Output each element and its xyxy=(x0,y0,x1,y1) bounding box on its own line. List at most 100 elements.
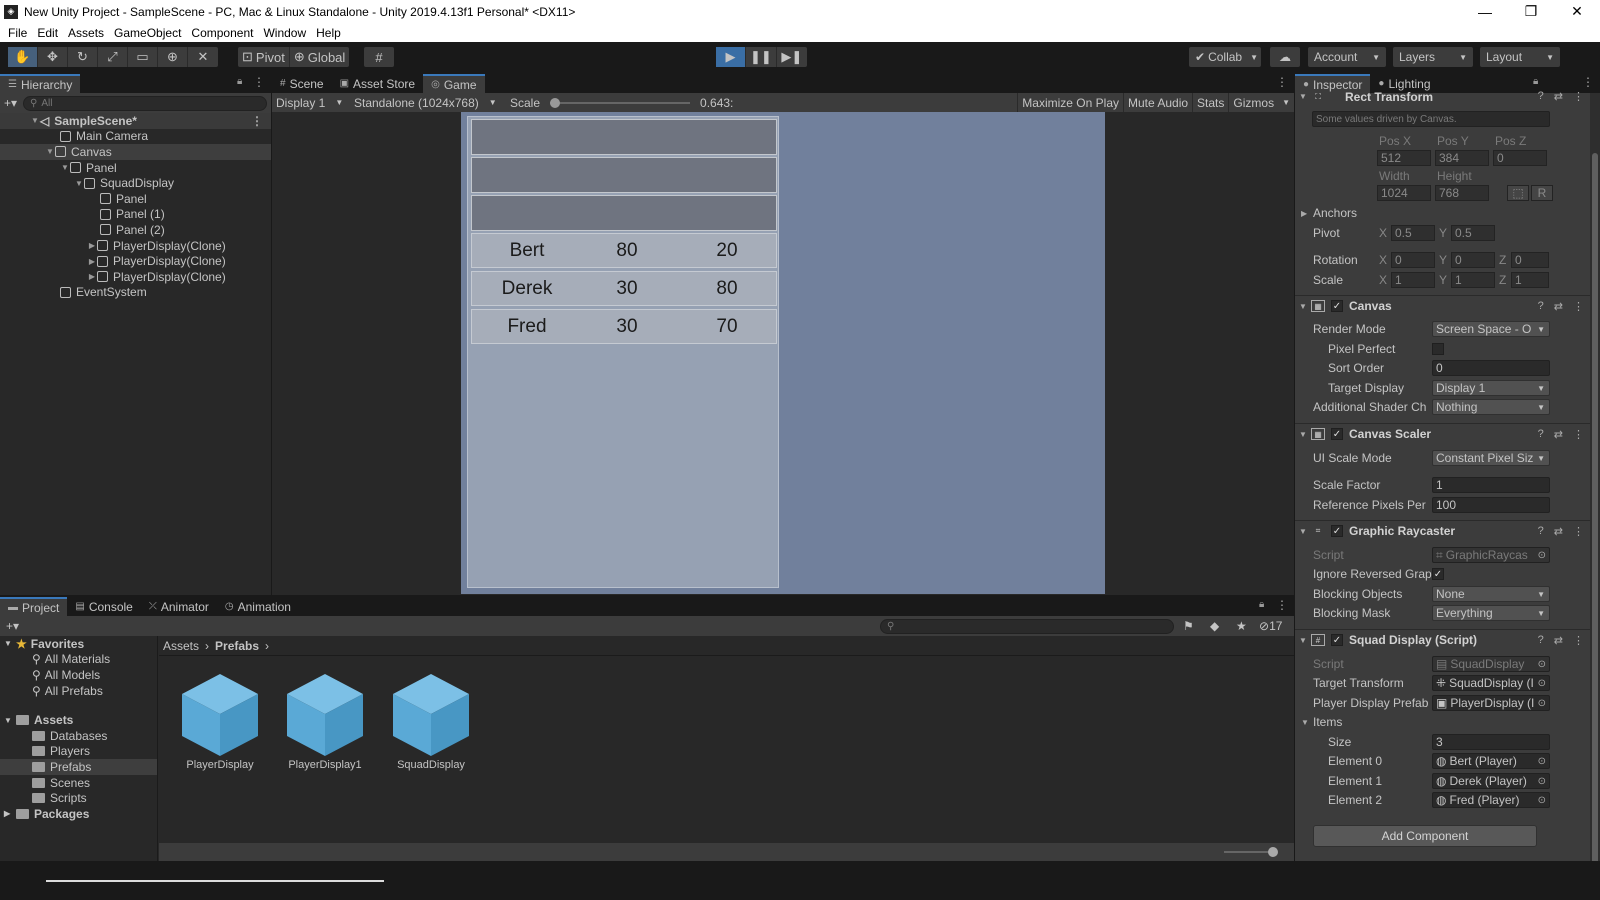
lock-icon[interactable]: 🔒︎ xyxy=(1259,599,1264,610)
close-button[interactable]: ✕ xyxy=(1554,0,1600,23)
enabled-checkbox[interactable]: ✓ xyxy=(1331,525,1343,537)
fold-arrow-icon[interactable]: ▼ xyxy=(1295,636,1311,645)
target-display-dropdown[interactable]: Display 1 ▼ xyxy=(1432,380,1550,396)
anchors-row[interactable]: ▶ Anchors xyxy=(1295,204,1590,222)
preset-icon[interactable]: ⇄ xyxy=(1554,300,1563,313)
tree-item[interactable]: Panel (2) xyxy=(0,222,271,238)
element-field[interactable]: ◍ Fred (Player) ⊙ xyxy=(1432,792,1550,808)
tree-item-packages[interactable]: ▶ Packages xyxy=(0,806,157,822)
rotation-z-field[interactable]: 0 xyxy=(1511,252,1549,268)
icon-size-slider-knob[interactable] xyxy=(1268,847,1278,857)
collab-dropdown[interactable]: ✔ Collab ▼ xyxy=(1189,47,1261,67)
component-menu-icon[interactable]: ⋮ xyxy=(1573,300,1584,313)
fold-arrow-icon[interactable]: ▼ xyxy=(1295,527,1311,536)
fold-arrow-icon[interactable]: ▼ xyxy=(1301,718,1309,727)
size-field[interactable]: 3 xyxy=(1432,734,1550,750)
gizmos-toggle[interactable]: Gizmos ▼ xyxy=(1228,93,1294,112)
play-button[interactable]: ▶ xyxy=(716,47,746,67)
rect-tool-icon[interactable]: ▭ xyxy=(128,47,158,67)
tree-item[interactable]: Scenes xyxy=(0,775,157,791)
width-field[interactable]: 1024 xyxy=(1377,185,1431,201)
component-menu-icon[interactable]: ⋮ xyxy=(1573,90,1584,103)
pixel-perfect-checkbox[interactable] xyxy=(1432,343,1444,355)
tab-scene[interactable]: # Scene xyxy=(272,74,332,93)
tab-project[interactable]: ▬ Project xyxy=(0,597,68,616)
expand-arrow-icon[interactable]: ▼ xyxy=(74,179,84,188)
create-button[interactable]: +▾ xyxy=(6,619,19,633)
fold-arrow-icon[interactable]: ▼ xyxy=(4,639,16,648)
tree-item[interactable]: ▶ PlayerDisplay(Clone) xyxy=(0,253,271,269)
sort-order-field[interactable]: 0 xyxy=(1432,360,1550,376)
tree-item-favorites[interactable]: ▼ ★ Favorites xyxy=(0,636,157,652)
icon-size-slider[interactable] xyxy=(1224,847,1278,857)
tab-console[interactable]: ▤ Console xyxy=(67,597,140,616)
create-button[interactable]: +▾ xyxy=(4,96,17,110)
enabled-checkbox[interactable]: ✓ xyxy=(1331,634,1343,646)
breadcrumb-assets[interactable]: Assets xyxy=(163,639,199,653)
move-tool-icon[interactable]: ✥ xyxy=(38,47,68,67)
enabled-checkbox[interactable]: ✓ xyxy=(1331,300,1343,312)
tree-item[interactable]: ⚲ All Prefabs xyxy=(0,683,157,699)
resolution-dropdown[interactable]: Standalone (1024x768) ▼ xyxy=(350,93,506,112)
player-prefab-field[interactable]: ▣ PlayerDisplay (I ⊙ xyxy=(1432,695,1550,711)
object-picker-icon[interactable]: ⊙ xyxy=(1538,659,1546,670)
tree-item[interactable]: EventSystem xyxy=(0,285,271,301)
expand-arrow-icon[interactable]: ▼ xyxy=(60,163,70,172)
pause-button[interactable]: ❚❚ xyxy=(746,47,777,67)
shader-channels-dropdown[interactable]: Nothing ▼ xyxy=(1432,399,1550,415)
scene-menu-icon[interactable]: ⋮ xyxy=(251,114,263,128)
tree-item[interactable]: ▼ Panel xyxy=(0,160,271,176)
menu-help[interactable]: Help xyxy=(311,26,346,40)
component-header[interactable]: ▼ ▦ ✓ Canvas Scaler ? ⇄ ⋮ xyxy=(1295,423,1590,444)
custom-tool-icon[interactable]: ✕ xyxy=(188,47,218,67)
layout-dropdown[interactable]: Layout ▼ xyxy=(1480,47,1560,67)
add-component-button[interactable]: Add Component xyxy=(1313,825,1537,847)
collapse-arrow-icon[interactable]: ▶ xyxy=(87,241,97,250)
blocking-objects-dropdown[interactable]: None ▼ xyxy=(1432,586,1550,602)
breadcrumb-prefabs[interactable]: Prefabs xyxy=(215,639,259,653)
object-picker-icon[interactable]: ⊙ xyxy=(1538,795,1546,806)
tree-item[interactable]: Panel xyxy=(0,191,271,207)
tree-item[interactable]: Main Camera xyxy=(0,129,271,145)
help-icon[interactable]: ? xyxy=(1538,90,1544,103)
grid-snap-icon[interactable]: # xyxy=(364,47,394,67)
hierarchy-search-input[interactable]: ⚲ All xyxy=(23,95,267,111)
posy-field[interactable]: 384 xyxy=(1435,150,1489,166)
scale-y-field[interactable]: 1 xyxy=(1451,272,1495,288)
tree-item[interactable]: ▶ PlayerDisplay(Clone) xyxy=(0,269,271,285)
panel-menu-icon[interactable]: ⋮ xyxy=(1276,75,1288,89)
layers-dropdown[interactable]: Layers ▼ xyxy=(1393,47,1473,67)
fold-arrow-icon[interactable]: ▼ xyxy=(1295,92,1311,101)
blocking-mask-dropdown[interactable]: Everything ▼ xyxy=(1432,605,1550,621)
maximize-button[interactable]: ❐ xyxy=(1508,0,1554,23)
mute-audio-toggle[interactable]: Mute Audio xyxy=(1123,93,1192,112)
tree-item[interactable]: Panel (1) xyxy=(0,207,271,223)
panel-menu-icon[interactable]: ⋮ xyxy=(1276,598,1288,612)
tab-game[interactable]: ◎ Game xyxy=(423,74,485,93)
scale-slider[interactable] xyxy=(550,97,691,108)
panel-menu-icon[interactable]: ⋮ xyxy=(253,75,265,89)
display-dropdown[interactable]: Display 1 ▼ xyxy=(272,93,350,112)
element-field[interactable]: ◍ Bert (Player) ⊙ xyxy=(1432,753,1550,769)
height-field[interactable]: 768 xyxy=(1435,185,1489,201)
tab-animator[interactable]: ⤫ Animator xyxy=(141,597,217,616)
menu-edit[interactable]: Edit xyxy=(32,26,63,40)
stats-toggle[interactable]: Stats xyxy=(1192,93,1228,112)
expand-arrow-icon[interactable]: ▼ xyxy=(45,147,55,156)
preset-icon[interactable]: ⇄ xyxy=(1554,525,1563,538)
preset-icon[interactable]: ⇄ xyxy=(1554,634,1563,647)
preset-icon[interactable]: ⇄ xyxy=(1554,90,1563,103)
fold-arrow-icon[interactable]: ▼ xyxy=(1295,430,1311,439)
scale-slider-knob[interactable] xyxy=(550,97,561,108)
component-header[interactable]: ▼ ▦ ✓ Canvas ? ⇄ ⋮ xyxy=(1295,295,1590,316)
component-menu-icon[interactable]: ⋮ xyxy=(1573,634,1584,647)
help-icon[interactable]: ? xyxy=(1538,634,1544,647)
tree-item[interactable]: ⚲ All Materials xyxy=(0,652,157,668)
menu-gameobject[interactable]: GameObject xyxy=(109,26,186,40)
step-button[interactable]: ▶❚ xyxy=(777,47,807,67)
object-picker-icon[interactable]: ⊙ xyxy=(1538,678,1546,689)
tree-item[interactable]: Prefabs xyxy=(0,759,157,775)
ignore-reversed-checkbox[interactable]: ✓ xyxy=(1432,568,1444,580)
collapse-arrow-icon[interactable]: ▶ xyxy=(87,272,97,281)
target-transform-field[interactable]: ⁜ SquadDisplay (I ⊙ xyxy=(1432,675,1550,691)
